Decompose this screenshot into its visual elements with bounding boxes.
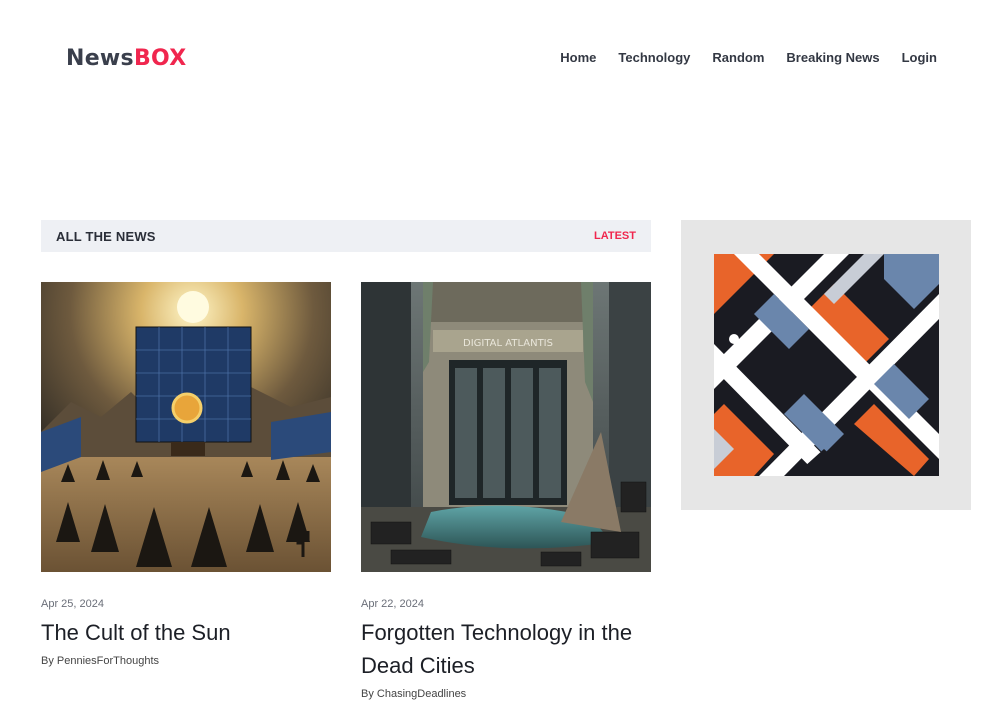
nav-random[interactable]: Random <box>712 49 764 67</box>
nav-login[interactable]: Login <box>902 49 937 67</box>
author-link[interactable]: ChasingDeadlines <box>377 688 466 700</box>
sidebar-ad-banner[interactable] <box>681 220 971 510</box>
article-card: Apr 25, 2024 The Cult of the Sun By Penn… <box>41 282 331 667</box>
section-title: ALL THE NEWS <box>56 229 156 244</box>
logo-box-text: BOX <box>133 46 187 71</box>
byline-prefix: By <box>361 688 374 700</box>
nav-technology[interactable]: Technology <box>618 49 690 67</box>
article-title[interactable]: Forgotten Technology in the Dead Cities <box>361 616 651 682</box>
main-nav: Home Technology Random Breaking News Log… <box>560 49 937 67</box>
author-link[interactable]: PenniesForThoughts <box>57 655 159 667</box>
article-byline: By PenniesForThoughts <box>41 655 331 667</box>
article-date: Apr 22, 2024 <box>361 598 424 610</box>
latest-tab[interactable]: LATEST <box>594 230 636 242</box>
byline-prefix: By <box>41 655 54 667</box>
abstract-art-image <box>714 254 939 476</box>
section-header-bar: ALL THE NEWS LATEST <box>41 220 651 252</box>
article-card: DIGITAL ATLANTIS Apr 22, 2024 Forgotten … <box>361 282 651 700</box>
image-sign-text: DIGITAL ATLANTIS <box>463 338 553 349</box>
article-image-sun-cult[interactable] <box>41 282 331 572</box>
article-byline: By ChasingDeadlines <box>361 688 651 700</box>
site-logo[interactable]: NewsBOX <box>66 44 187 74</box>
nav-home[interactable]: Home <box>560 49 596 67</box>
logo-news-text: News <box>66 46 134 71</box>
article-date: Apr 25, 2024 <box>41 598 104 610</box>
article-image-dead-cities[interactable]: DIGITAL ATLANTIS <box>361 282 651 572</box>
nav-breaking-news[interactable]: Breaking News <box>786 49 879 67</box>
article-title[interactable]: The Cult of the Sun <box>41 616 331 649</box>
